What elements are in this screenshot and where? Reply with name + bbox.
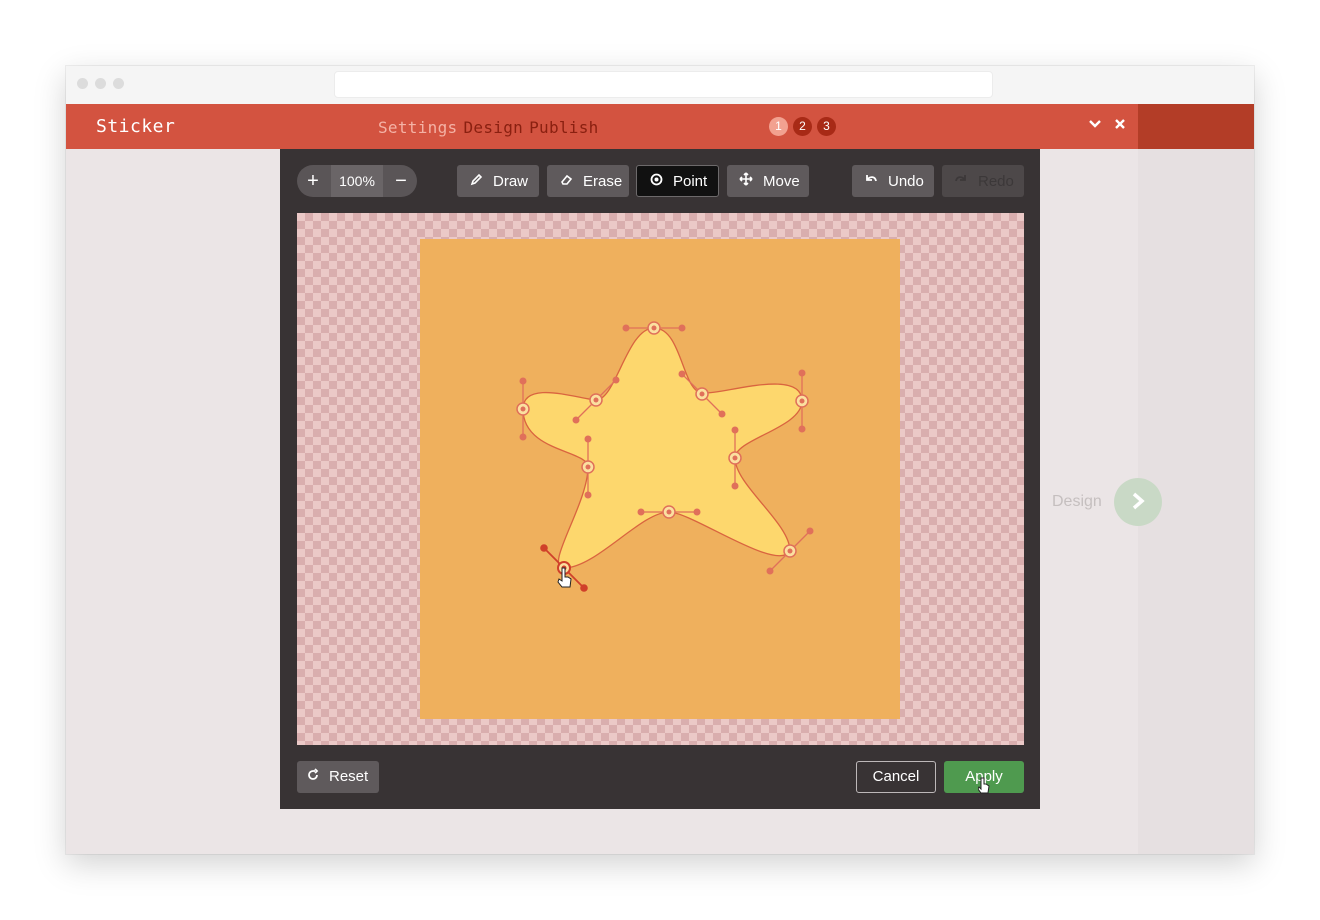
zoom-in-button[interactable]: + [297, 165, 329, 197]
step-badge-2[interactable]: 2 [793, 117, 812, 136]
pointer-cursor-icon [978, 777, 990, 794]
close-icon[interactable] [1113, 117, 1127, 136]
step-publish[interactable]: Publish [529, 118, 599, 137]
sticker-editor: + 100% − Draw Erase Point Move Undo Redo… [280, 149, 1040, 809]
redo-button[interactable]: Redo [942, 165, 1024, 197]
zoom-out-button[interactable]: − [385, 165, 417, 197]
header-side-panel [1138, 104, 1254, 149]
move-button[interactable]: Move [727, 165, 809, 197]
sticker-drawing [420, 239, 900, 719]
window-maximize-dot[interactable] [113, 78, 124, 89]
chevron-down-icon[interactable] [1088, 117, 1102, 136]
undo-icon [862, 165, 880, 197]
zoom-level: 100% [331, 165, 383, 197]
reset-button[interactable]: Reset [297, 761, 379, 793]
erase-button[interactable]: Erase [547, 165, 629, 197]
cancel-button[interactable]: Cancel [856, 761, 936, 793]
step-badges: 123 [769, 117, 841, 136]
undo-label: Undo [888, 173, 924, 190]
step-badge-3[interactable]: 3 [817, 117, 836, 136]
move-label: Move [763, 173, 800, 190]
move-arrows-icon [737, 165, 755, 197]
eraser-icon [557, 165, 575, 197]
window-close-dot[interactable] [77, 78, 88, 89]
step-breadcrumb: Settings Design Publish [378, 118, 605, 137]
next-step-button[interactable] [1114, 478, 1162, 526]
draw-button[interactable]: Draw [457, 165, 539, 197]
refresh-icon [307, 761, 321, 793]
undo-button[interactable]: Undo [852, 165, 934, 197]
window-minimize-dot[interactable] [95, 78, 106, 89]
chevron-right-icon [1130, 490, 1146, 517]
step-settings[interactable]: Settings [378, 118, 457, 137]
app-header: Sticker Settings Design Publish 123 [66, 104, 1138, 149]
draw-label: Draw [493, 173, 529, 190]
next-step-label: Design [1052, 493, 1102, 510]
pencil-icon [467, 165, 485, 197]
redo-label: Redo [978, 173, 1014, 190]
address-bar[interactable] [334, 71, 993, 98]
zoom-control: + 100% − [297, 165, 417, 197]
app-title: Sticker [96, 116, 176, 137]
point-button[interactable]: Point [636, 165, 719, 197]
transparent-canvas[interactable] [297, 213, 1024, 745]
target-point-icon [647, 166, 665, 196]
redo-icon [952, 165, 970, 197]
erase-label: Erase [583, 173, 623, 190]
step-design[interactable]: Design [463, 118, 523, 137]
point-label: Point [673, 173, 708, 190]
browser-chrome [66, 66, 1254, 104]
step-badge-1[interactable]: 1 [769, 117, 788, 136]
browser-window: Sticker Settings Design Publish 123 + 100%… [66, 66, 1254, 854]
reset-label: Reset [329, 768, 369, 785]
